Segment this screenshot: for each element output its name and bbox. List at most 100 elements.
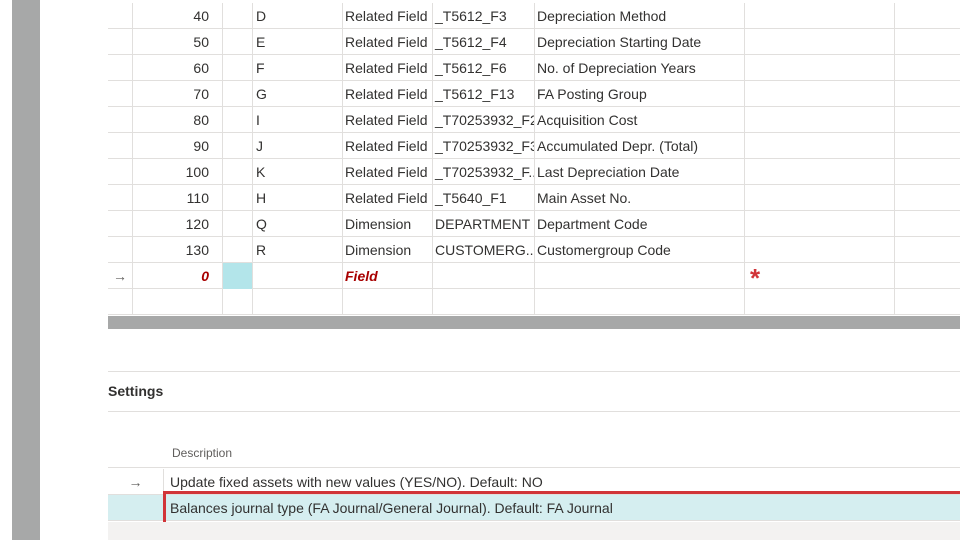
column-letter-cell[interactable]: H bbox=[253, 185, 343, 211]
column-letter-cell[interactable] bbox=[253, 263, 343, 289]
column-letter-cell[interactable]: I bbox=[253, 107, 343, 133]
field-code-cell[interactable] bbox=[433, 263, 535, 289]
column-letter-cell[interactable]: Q bbox=[253, 211, 343, 237]
table-row[interactable]: 50 E Related Field _T5612_F4 Depreciatio… bbox=[108, 29, 960, 55]
extra-cell[interactable] bbox=[745, 237, 895, 263]
type-cell[interactable] bbox=[343, 289, 433, 315]
blank-cell[interactable] bbox=[223, 29, 253, 55]
extra-cell[interactable] bbox=[745, 3, 895, 29]
description-cell[interactable]: Last Depreciation Date bbox=[535, 159, 745, 185]
column-letter-cell[interactable] bbox=[253, 289, 343, 315]
type-cell[interactable]: Related Field bbox=[343, 29, 433, 55]
settings-section-title[interactable]: Settings bbox=[108, 383, 163, 399]
field-code-cell[interactable] bbox=[433, 289, 535, 315]
blank-cell[interactable] bbox=[223, 237, 253, 263]
type-cell[interactable]: Related Field bbox=[343, 3, 433, 29]
table-row[interactable]: 60 F Related Field _T5612_F6 No. of Depr… bbox=[108, 55, 960, 81]
type-cell[interactable]: Dimension bbox=[343, 211, 433, 237]
row-arrow-icon[interactable]: → bbox=[108, 469, 164, 495]
description-cell[interactable]: Depreciation Starting Date bbox=[535, 29, 745, 55]
description-cell[interactable]: Depreciation Method bbox=[535, 3, 745, 29]
line-no-cell[interactable]: 60 bbox=[133, 55, 223, 81]
row-selector[interactable] bbox=[108, 55, 133, 81]
active-cell[interactable] bbox=[223, 263, 253, 289]
column-letter-cell[interactable]: G bbox=[253, 81, 343, 107]
column-header-description[interactable]: Description bbox=[172, 446, 232, 460]
row-selector[interactable] bbox=[108, 133, 133, 159]
trailing-cell[interactable] bbox=[895, 289, 960, 315]
table-row[interactable]: 90 J Related Field _T70253932_F3 Accumul… bbox=[108, 133, 960, 159]
field-code-cell[interactable]: _T70253932_F2 bbox=[433, 107, 535, 133]
row-selector[interactable] bbox=[108, 185, 133, 211]
field-code-cell[interactable]: CUSTOMERG... bbox=[433, 237, 535, 263]
field-code-cell[interactable]: DEPARTMENT bbox=[433, 211, 535, 237]
trailing-cell[interactable] bbox=[895, 133, 960, 159]
line-no-cell[interactable]: 130 bbox=[133, 237, 223, 263]
row-selector[interactable] bbox=[108, 237, 133, 263]
trailing-cell[interactable] bbox=[895, 159, 960, 185]
blank-cell[interactable] bbox=[223, 3, 253, 29]
trailing-cell[interactable] bbox=[895, 211, 960, 237]
extra-cell[interactable] bbox=[745, 29, 895, 55]
row-selector[interactable] bbox=[108, 159, 133, 185]
row-selector[interactable] bbox=[108, 29, 133, 55]
extra-cell[interactable] bbox=[745, 185, 895, 211]
field-code-cell[interactable]: _T5612_F3 bbox=[433, 3, 535, 29]
table-row[interactable]: 120 Q Dimension DEPARTMENT Department Co… bbox=[108, 211, 960, 237]
table-row[interactable]: 70 G Related Field _T5612_F13 FA Posting… bbox=[108, 81, 960, 107]
row-selector[interactable] bbox=[108, 289, 133, 315]
column-letter-cell[interactable]: J bbox=[253, 133, 343, 159]
type-cell[interactable]: Related Field bbox=[343, 81, 433, 107]
horizontal-scrollbar[interactable] bbox=[108, 316, 960, 329]
column-letter-cell[interactable]: F bbox=[253, 55, 343, 81]
description-cell[interactable] bbox=[535, 289, 745, 315]
table-row[interactable]: 40 D Related Field _T5612_F3 Depreciatio… bbox=[108, 3, 960, 29]
line-no-cell[interactable]: 100 bbox=[133, 159, 223, 185]
trailing-cell[interactable] bbox=[895, 81, 960, 107]
field-code-cell[interactable]: _T5640_F1 bbox=[433, 185, 535, 211]
field-code-cell[interactable]: _T70253932_F... bbox=[433, 159, 535, 185]
description-cell[interactable]: FA Posting Group bbox=[535, 81, 745, 107]
field-code-cell[interactable]: _T5612_F4 bbox=[433, 29, 535, 55]
new-entry-row[interactable]: → 0 Field * bbox=[108, 263, 960, 289]
line-no-cell[interactable]: 110 bbox=[133, 185, 223, 211]
description-cell[interactable]: Customergroup Code bbox=[535, 237, 745, 263]
line-no-cell[interactable]: 70 bbox=[133, 81, 223, 107]
description-cell[interactable]: Acquisition Cost bbox=[535, 107, 745, 133]
extra-cell[interactable] bbox=[745, 107, 895, 133]
line-no-cell[interactable]: 40 bbox=[133, 3, 223, 29]
blank-cell[interactable] bbox=[223, 211, 253, 237]
field-code-cell[interactable]: _T70253932_F3 bbox=[433, 133, 535, 159]
row-selector[interactable] bbox=[108, 81, 133, 107]
extra-cell[interactable] bbox=[745, 289, 895, 315]
table-row[interactable]: 110 H Related Field _T5640_F1 Main Asset… bbox=[108, 185, 960, 211]
column-letter-cell[interactable]: K bbox=[253, 159, 343, 185]
empty-row[interactable] bbox=[108, 289, 960, 315]
row-selector[interactable] bbox=[108, 3, 133, 29]
description-cell[interactable]: Main Asset No. bbox=[535, 185, 745, 211]
type-cell[interactable]: Related Field bbox=[343, 55, 433, 81]
trailing-cell[interactable] bbox=[895, 263, 960, 289]
trailing-cell[interactable] bbox=[895, 3, 960, 29]
type-cell[interactable]: Dimension bbox=[343, 237, 433, 263]
table-row[interactable]: 100 K Related Field _T70253932_F... Last… bbox=[108, 159, 960, 185]
extra-cell[interactable] bbox=[745, 133, 895, 159]
extra-cell[interactable] bbox=[745, 55, 895, 81]
blank-cell[interactable] bbox=[223, 107, 253, 133]
trailing-cell[interactable] bbox=[895, 55, 960, 81]
description-cell[interactable]: Accumulated Depr. (Total) bbox=[535, 133, 745, 159]
type-cell[interactable]: Field bbox=[343, 263, 433, 289]
field-code-cell[interactable]: _T5612_F6 bbox=[433, 55, 535, 81]
column-letter-cell[interactable]: R bbox=[253, 237, 343, 263]
line-no-cell[interactable]: 90 bbox=[133, 133, 223, 159]
line-no-cell[interactable] bbox=[133, 289, 223, 315]
row-selector[interactable] bbox=[108, 211, 133, 237]
trailing-cell[interactable] bbox=[895, 29, 960, 55]
description-cell[interactable] bbox=[535, 263, 745, 289]
line-no-cell[interactable]: 50 bbox=[133, 29, 223, 55]
extra-cell[interactable] bbox=[745, 81, 895, 107]
column-letter-cell[interactable]: D bbox=[253, 3, 343, 29]
type-cell[interactable]: Related Field bbox=[343, 185, 433, 211]
blank-cell[interactable] bbox=[223, 289, 253, 315]
row-selector[interactable] bbox=[108, 107, 133, 133]
